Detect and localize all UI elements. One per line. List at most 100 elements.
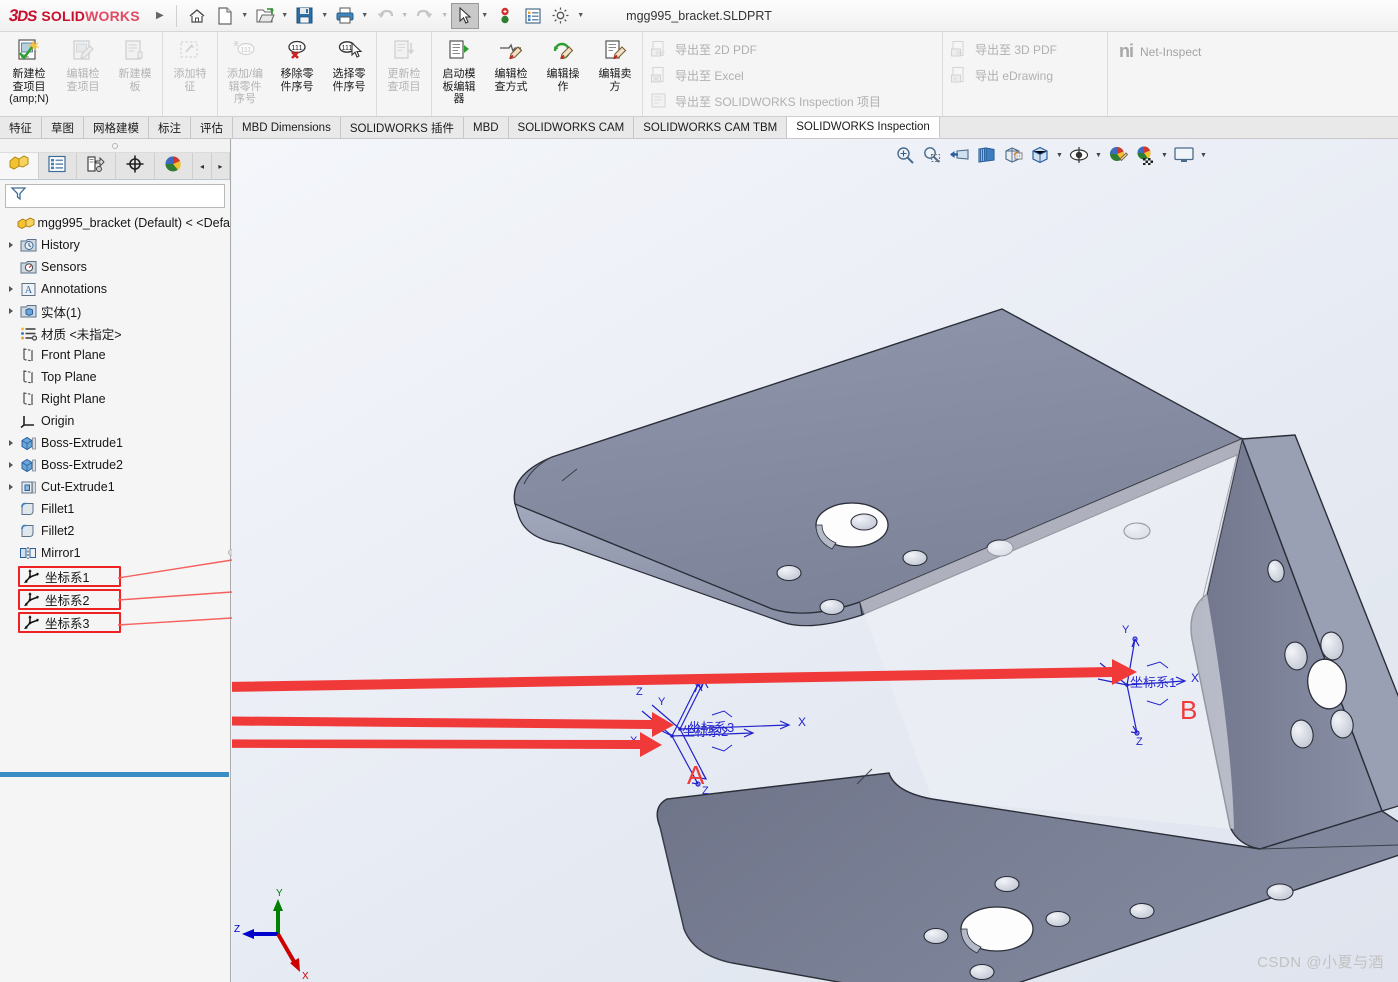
select-cursor-caret-icon[interactable]: ▼ bbox=[479, 12, 491, 19]
new-inspection-project-button[interactable]: 新建检 查项目 (amp;N) bbox=[1, 34, 57, 106]
select-balloon-button[interactable]: 111 选择零 件序号 bbox=[323, 34, 375, 93]
tab-evaluate[interactable]: 评估 bbox=[191, 117, 233, 138]
export-3d-pdf-item[interactable]: 3D 导出至 3D PDF bbox=[949, 36, 1057, 62]
tree-expander-boss-extrude2[interactable] bbox=[4, 462, 18, 468]
add-edit-balloon-button[interactable]: 111 添加/编 辑零件 序号 bbox=[219, 34, 271, 106]
tree-expander-solid-bodies[interactable] bbox=[4, 308, 18, 314]
tab-solidworks-cam-tbm[interactable]: SOLIDWORKS CAM TBM bbox=[634, 117, 788, 138]
tree-label-history: History bbox=[41, 238, 80, 252]
tree-item-fillet2[interactable]: Fillet2 bbox=[4, 520, 230, 542]
save-icon[interactable] bbox=[291, 3, 319, 29]
settings-gear-icon[interactable] bbox=[547, 3, 575, 29]
print-caret-icon[interactable]: ▼ bbox=[359, 12, 371, 19]
tree-item-cut-extrude1[interactable]: Cut-Extrude1 bbox=[4, 476, 230, 498]
edit-operation-button[interactable]: 编辑操作 bbox=[537, 34, 589, 93]
export-edrawing-icon: e bbox=[949, 65, 969, 85]
export-excel-item[interactable]: 导出至 Excel bbox=[649, 62, 744, 88]
redo-icon[interactable] bbox=[411, 3, 439, 29]
sensors-icon bbox=[18, 258, 38, 276]
panel-tab-next-button[interactable]: ▸ bbox=[211, 153, 231, 179]
tree-expander-boss-extrude1[interactable] bbox=[4, 440, 18, 446]
update-inspection-project-button[interactable]: 更新检 查项目 bbox=[378, 34, 430, 93]
export-swi-project-label: 导出至 SOLIDWORKS Inspection 项目 bbox=[675, 94, 882, 109]
settings-caret-icon[interactable]: ▼ bbox=[575, 12, 587, 19]
3ds-logo-icon: 3DS bbox=[7, 5, 38, 25]
plane-icon bbox=[18, 346, 38, 364]
tab-mbd-dimensions[interactable]: MBD Dimensions bbox=[233, 117, 341, 138]
tree-item-top-plane[interactable]: Top Plane bbox=[4, 366, 230, 388]
tree-item-solid-bodies[interactable]: 实体(1) bbox=[4, 300, 230, 322]
export-2d-pdf-item[interactable]: PDF 导出至 2D PDF bbox=[649, 36, 757, 62]
ribbon-group-inspection-project: 新建检 查项目 (amp;N) 编辑检 查项目 新建模板 bbox=[0, 32, 163, 116]
tree-item-coordinate-system-3[interactable]: 坐标系3 bbox=[18, 612, 121, 633]
new-document-icon[interactable] bbox=[211, 3, 239, 29]
ribbon-group-feature: 添加特征 bbox=[163, 32, 218, 116]
net-inspect-button[interactable]: ni Net-Inspect bbox=[1109, 34, 1201, 62]
select-cursor-icon[interactable] bbox=[450, 2, 479, 29]
export-excel-icon bbox=[649, 65, 669, 85]
options-list-icon[interactable] bbox=[519, 3, 547, 29]
tab-solidworks-cam[interactable]: SOLIDWORKS CAM bbox=[508, 117, 635, 138]
new-template-button[interactable]: 新建模板 bbox=[109, 34, 161, 93]
tree-filter-bar[interactable] bbox=[5, 184, 225, 208]
tree-item-boss-extrude2[interactable]: Boss-Extrude2 bbox=[4, 454, 230, 476]
tree-item-coordinate-system-1[interactable]: 坐标系1 bbox=[18, 566, 121, 587]
tree-expander-annotations[interactable] bbox=[4, 286, 18, 292]
dimxpert-manager-tab[interactable] bbox=[115, 153, 155, 179]
save-caret-icon[interactable]: ▼ bbox=[319, 12, 331, 19]
property-manager-tab[interactable] bbox=[38, 153, 78, 179]
tab-mesh-modeling[interactable]: 网格建模 bbox=[84, 117, 149, 138]
rollback-bar[interactable] bbox=[0, 772, 229, 777]
launch-template-editor-button[interactable]: 启动模 板编辑器 bbox=[433, 34, 485, 106]
print-icon[interactable] bbox=[331, 3, 359, 29]
panel-collapse-handle[interactable] bbox=[0, 139, 230, 153]
tab-annotation[interactable]: 标注 bbox=[149, 117, 191, 138]
tree-item-fillet1[interactable]: Fillet1 bbox=[4, 498, 230, 520]
tab-solidworks-addins[interactable]: SOLIDWORKS 插件 bbox=[340, 117, 464, 138]
add-feature-button[interactable]: 添加特征 bbox=[164, 34, 216, 93]
graphics-viewport[interactable]: ▼ ▼ ▼ ▼ X Y Z Z 坐标系2 坐标系3 X Y Z 坐标系1 A B… bbox=[232, 139, 1398, 982]
tree-root-item[interactable]: mgg995_bracket (Default) < <Defa bbox=[4, 212, 230, 234]
configuration-manager-tab[interactable] bbox=[77, 153, 116, 179]
tree-item-sensors[interactable]: Sensors bbox=[4, 256, 230, 278]
redo-caret-icon[interactable]: ▼ bbox=[439, 12, 451, 19]
undo-icon[interactable] bbox=[371, 3, 399, 29]
tree-item-front-plane[interactable]: Front Plane bbox=[4, 344, 230, 366]
tree-expander-history[interactable] bbox=[4, 242, 18, 248]
feature-manager-tab[interactable] bbox=[0, 153, 39, 179]
export-swi-project-item[interactable]: 导出至 SOLIDWORKS Inspection 项目 bbox=[649, 88, 881, 114]
tree-expander-cut-extrude1[interactable] bbox=[4, 484, 18, 490]
rebuild-icon[interactable] bbox=[491, 3, 519, 29]
edit-inspection-method-button[interactable]: 编辑检 查方式 bbox=[485, 34, 537, 93]
tree-item-mirror1[interactable]: Mirror1 bbox=[4, 542, 230, 564]
tab-features[interactable]: 特征 bbox=[0, 117, 42, 138]
tree-item-origin[interactable]: Origin bbox=[4, 410, 230, 432]
tree-item-right-plane[interactable]: Right Plane bbox=[4, 388, 230, 410]
coordinate-system-icon bbox=[22, 614, 42, 632]
export-edrawing-item[interactable]: e 导出 eDrawing bbox=[949, 62, 1053, 88]
tab-mbd[interactable]: MBD bbox=[463, 117, 509, 138]
edit-inspection-project-button[interactable]: 编辑检 查项目 bbox=[57, 34, 109, 93]
tab-solidworks-inspection[interactable]: SOLIDWORKS Inspection bbox=[787, 117, 940, 138]
filter-funnel-icon bbox=[10, 185, 27, 207]
tree-item-boss-extrude1[interactable]: Boss-Extrude1 bbox=[4, 432, 230, 454]
remove-balloon-button[interactable]: 111 移除零 件序号 bbox=[271, 34, 323, 93]
undo-caret-icon[interactable]: ▼ bbox=[399, 12, 411, 19]
new-document-caret-icon[interactable]: ▼ bbox=[239, 12, 251, 19]
tree-item-history[interactable]: History bbox=[4, 234, 230, 256]
open-document-caret-icon[interactable]: ▼ bbox=[279, 12, 291, 19]
open-document-icon[interactable] bbox=[251, 3, 279, 29]
tree-label-fillet1: Fillet1 bbox=[41, 502, 75, 516]
solidworks-logo[interactable]: 3DS SOLIDWORKS bbox=[0, 6, 150, 26]
menu-expand-arrow-icon[interactable]: ▶ bbox=[150, 10, 170, 21]
tree-filter-input[interactable] bbox=[31, 188, 224, 204]
home-icon[interactable] bbox=[183, 3, 211, 29]
tab-sketch[interactable]: 草图 bbox=[42, 117, 84, 138]
display-manager-tab[interactable] bbox=[154, 153, 194, 179]
tree-item-annotations[interactable]: A Annotations bbox=[4, 278, 230, 300]
tree-item-material[interactable]: 材质 <未指定> bbox=[4, 322, 230, 344]
panel-tab-prev-button[interactable]: ◂ bbox=[193, 153, 212, 179]
origin-icon bbox=[18, 412, 38, 430]
tree-item-coordinate-system-2[interactable]: 坐标系2 bbox=[18, 589, 121, 610]
edit-vendor-button[interactable]: 编辑卖方 bbox=[589, 34, 641, 93]
